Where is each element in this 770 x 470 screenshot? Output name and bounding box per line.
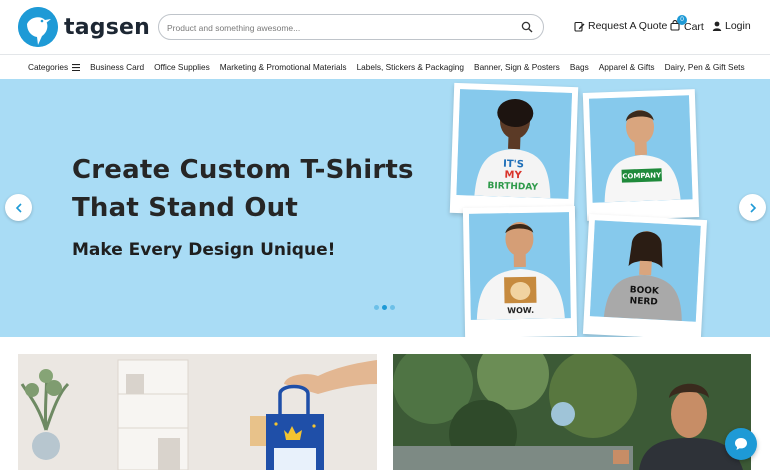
nav-item-office-supplies[interactable]: Office Supplies [154,62,210,72]
carousel-next-button[interactable] [739,194,766,221]
request-quote-link[interactable]: Request A Quote [574,20,667,32]
hero-photo-wow: WOW. [462,206,578,337]
hero-photo-book-nerd: BOOK NERD [582,213,708,337]
nav-item-business-card[interactable]: Business Card [90,62,144,72]
nav-item-apparel[interactable]: Apparel & Gifts [599,62,655,72]
hero-photo-company: COMPANY [582,89,700,221]
company-shirt-text: COMPANY [622,171,662,180]
edit-document-icon [574,21,585,32]
login-label: Login [725,20,751,32]
cart-label: Cart [684,21,704,33]
carousel-dot-2[interactable] [382,305,387,310]
chat-bubble-icon [735,438,747,450]
promo-card-apparel[interactable] [393,354,751,470]
hero-photo-birthday: IT'S MY BIRTHDAY [449,82,579,218]
login-link[interactable]: Login [712,20,751,32]
site-header: tagsen Request A Quote 0 Cart Login [0,0,770,54]
chevron-right-icon [749,202,756,213]
hero-title-line-2: That Stand Out [72,193,298,223]
hero-subtitle: Make Every Design Unique! [72,240,336,260]
shopping-bag-icon: 0 [670,15,687,34]
hero-title: Create Custom T-Shirts That Stand Out [72,151,452,227]
chat-launcher-button[interactable] [725,428,757,460]
book-nerd-shirt-text-1: BOOK [629,285,660,297]
nav-item-categories[interactable]: Categories [28,62,81,72]
nav-item-bags[interactable]: Bags [570,62,589,72]
request-quote-label: Request A Quote [588,20,668,32]
book-nerd-shirt-text-2: NERD [629,296,658,307]
search-icon[interactable] [521,20,535,34]
wow-shirt-text: WOW. [507,306,534,315]
nav-item-label: Categories [28,62,69,72]
carousel-prev-button[interactable] [5,194,32,221]
hero-title-line-1: Create Custom T-Shirts [72,155,414,185]
nav-item-marketing[interactable]: Marketing & Promotional Materials [220,62,347,72]
birthday-shirt-text-2: MY [504,170,522,182]
user-icon [712,21,722,31]
cart-count-badge: 0 [677,15,687,25]
carousel-dot-3[interactable] [390,305,395,310]
category-nav: Categories Business Card Office Supplies… [0,54,770,79]
carousel-dots [374,305,398,310]
birthday-shirt-text-1: IT'S [503,159,524,171]
nav-item-labels[interactable]: Labels, Stickers & Packaging [357,62,464,72]
promo-card-bags[interactable] [18,354,377,470]
search-bar [158,14,544,40]
brand-name: tagsen [64,14,150,40]
nav-item-dairy-pen[interactable]: Dairy, Pen & Gift Sets [665,62,745,72]
birthday-shirt-text-3: BIRTHDAY [487,181,538,193]
bird-logo-icon [18,7,58,47]
brand-logo[interactable]: tagsen [18,7,150,47]
cart-link[interactable]: 0 Cart [670,15,704,34]
search-input[interactable] [167,19,507,36]
nav-item-banners[interactable]: Banner, Sign & Posters [474,62,560,72]
hero-banner[interactable]: Create Custom T-Shirts That Stand Out Ma… [0,79,770,337]
hamburger-icon [72,63,81,71]
carousel-dot-1[interactable] [374,305,379,310]
chevron-left-icon [15,202,22,213]
